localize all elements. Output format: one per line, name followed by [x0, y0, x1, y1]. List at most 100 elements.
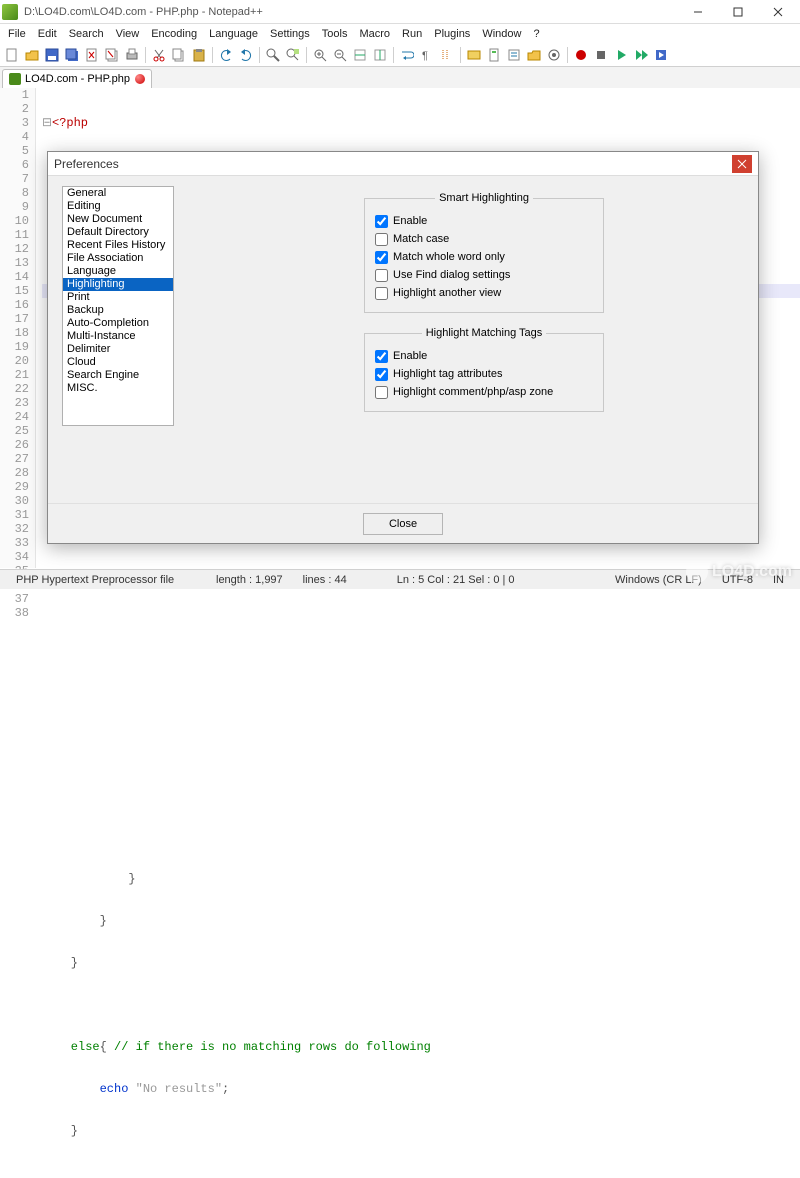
menu-window[interactable]: Window	[476, 26, 527, 42]
doc-map-icon[interactable]	[485, 46, 503, 64]
indent-guide-icon[interactable]	[438, 46, 456, 64]
menu-settings[interactable]: Settings	[264, 26, 316, 42]
menu-language[interactable]: Language	[203, 26, 264, 42]
dialog-close-button[interactable]	[732, 155, 752, 173]
smart-enable-checkbox[interactable]	[375, 215, 388, 228]
minimize-button[interactable]	[678, 1, 718, 23]
status-insert-mode[interactable]: IN	[763, 574, 794, 586]
menu-help[interactable]: ?	[527, 26, 545, 42]
menu-tools[interactable]: Tools	[316, 26, 354, 42]
pref-item-new-document[interactable]: New Document	[63, 213, 173, 226]
maximize-button[interactable]	[718, 1, 758, 23]
redo-icon[interactable]	[237, 46, 255, 64]
multi-play-icon[interactable]	[632, 46, 650, 64]
save-macro-icon[interactable]	[652, 46, 670, 64]
sync-v-icon[interactable]	[351, 46, 369, 64]
tags-attrs-checkbox[interactable]	[375, 368, 388, 381]
sync-h-icon[interactable]	[371, 46, 389, 64]
svg-text:¶: ¶	[422, 50, 428, 62]
pref-item-backup[interactable]: Backup	[63, 304, 173, 317]
tags-comment-row[interactable]: Highlight comment/php/asp zone	[375, 383, 593, 401]
status-encoding[interactable]: UTF-8	[712, 574, 763, 586]
file-tab[interactable]: LO4D.com - PHP.php	[2, 69, 152, 88]
close-button[interactable]: Close	[363, 513, 443, 535]
tags-enable-row[interactable]: Enable	[375, 347, 593, 365]
menu-bar: File Edit Search View Encoding Language …	[0, 24, 800, 43]
menu-view[interactable]: View	[110, 26, 146, 42]
save-icon[interactable]	[43, 46, 61, 64]
smart-anotherview-row[interactable]: Highlight another view	[375, 284, 593, 302]
modified-indicator-icon	[135, 74, 145, 84]
lang-menu-icon[interactable]	[465, 46, 483, 64]
save-all-icon[interactable]	[63, 46, 81, 64]
func-list-icon[interactable]	[505, 46, 523, 64]
print-icon[interactable]	[123, 46, 141, 64]
close-all-icon[interactable]	[103, 46, 121, 64]
smart-anotherview-checkbox[interactable]	[375, 287, 388, 300]
pref-item-general[interactable]: General	[63, 187, 173, 200]
pref-item-language[interactable]: Language	[63, 265, 173, 278]
wordwrap-icon[interactable]	[398, 46, 416, 64]
find-icon[interactable]	[264, 46, 282, 64]
replace-icon[interactable]	[284, 46, 302, 64]
pref-item-multi-instance[interactable]: Multi-Instance	[63, 330, 173, 343]
menu-encoding[interactable]: Encoding	[145, 26, 203, 42]
menu-search[interactable]: Search	[63, 26, 110, 42]
dialog-title-bar[interactable]: Preferences	[48, 152, 758, 176]
close-file-icon[interactable]	[83, 46, 101, 64]
folder-ws-icon[interactable]	[525, 46, 543, 64]
pref-item-search-engine[interactable]: Search Engine	[63, 369, 173, 382]
smart-finddlg-row[interactable]: Use Find dialog settings	[375, 266, 593, 284]
pref-item-misc[interactable]: MISC.	[63, 382, 173, 395]
pref-item-file-association[interactable]: File Association	[63, 252, 173, 265]
smart-finddlg-checkbox[interactable]	[375, 269, 388, 282]
tags-comment-checkbox[interactable]	[375, 386, 388, 399]
close-window-button[interactable]	[758, 1, 798, 23]
window-title: D:\LO4D.com\LO4D.com - PHP.php - Notepad…	[24, 6, 263, 18]
tab-bar: LO4D.com - PHP.php	[0, 67, 800, 88]
zoom-in-icon[interactable]	[311, 46, 329, 64]
copy-icon[interactable]	[170, 46, 188, 64]
status-eol[interactable]: Windows (CR LF)	[605, 574, 712, 586]
preferences-category-list[interactable]: General Editing New Document Default Dir…	[62, 186, 174, 426]
all-chars-icon[interactable]: ¶	[418, 46, 436, 64]
open-file-icon[interactable]	[23, 46, 41, 64]
php-file-icon	[9, 73, 21, 85]
zoom-out-icon[interactable]	[331, 46, 349, 64]
play-macro-icon[interactable]	[612, 46, 630, 64]
menu-edit[interactable]: Edit	[32, 26, 63, 42]
pref-item-default-directory[interactable]: Default Directory	[63, 226, 173, 239]
tags-attrs-row[interactable]: Highlight tag attributes	[375, 365, 593, 383]
paste-icon[interactable]	[190, 46, 208, 64]
app-icon	[2, 4, 18, 20]
smart-wholeword-row[interactable]: Match whole word only	[375, 248, 593, 266]
title-bar: D:\LO4D.com\LO4D.com - PHP.php - Notepad…	[0, 0, 800, 24]
smart-matchcase-row[interactable]: Match case	[375, 230, 593, 248]
menu-file[interactable]: File	[2, 26, 32, 42]
pref-item-cloud[interactable]: Cloud	[63, 356, 173, 369]
menu-run[interactable]: Run	[396, 26, 428, 42]
tags-enable-checkbox[interactable]	[375, 350, 388, 363]
pref-item-recent-files[interactable]: Recent Files History	[63, 239, 173, 252]
new-file-icon[interactable]	[3, 46, 21, 64]
matching-tags-legend: Highlight Matching Tags	[422, 327, 547, 339]
smart-wholeword-checkbox[interactable]	[375, 251, 388, 264]
menu-plugins[interactable]: Plugins	[428, 26, 476, 42]
cut-icon[interactable]	[150, 46, 168, 64]
pref-item-print[interactable]: Print	[63, 291, 173, 304]
pref-item-auto-completion[interactable]: Auto-Completion	[63, 317, 173, 330]
menu-macro[interactable]: Macro	[353, 26, 396, 42]
pref-item-editing[interactable]: Editing	[63, 200, 173, 213]
stop-macro-icon[interactable]	[592, 46, 610, 64]
monitoring-icon[interactable]	[545, 46, 563, 64]
undo-icon[interactable]	[217, 46, 235, 64]
smart-enable-row[interactable]: Enable	[375, 212, 593, 230]
status-filetype: PHP Hypertext Preprocessor file	[6, 574, 206, 586]
smart-matchcase-checkbox[interactable]	[375, 233, 388, 246]
pref-item-highlighting[interactable]: Highlighting	[63, 278, 173, 291]
tab-label: LO4D.com - PHP.php	[25, 73, 130, 85]
pref-item-delimiter[interactable]: Delimiter	[63, 343, 173, 356]
status-bar: PHP Hypertext Preprocessor file length :…	[0, 569, 800, 589]
status-position: Ln : 5 Col : 21 Sel : 0 | 0	[387, 574, 525, 586]
record-macro-icon[interactable]	[572, 46, 590, 64]
